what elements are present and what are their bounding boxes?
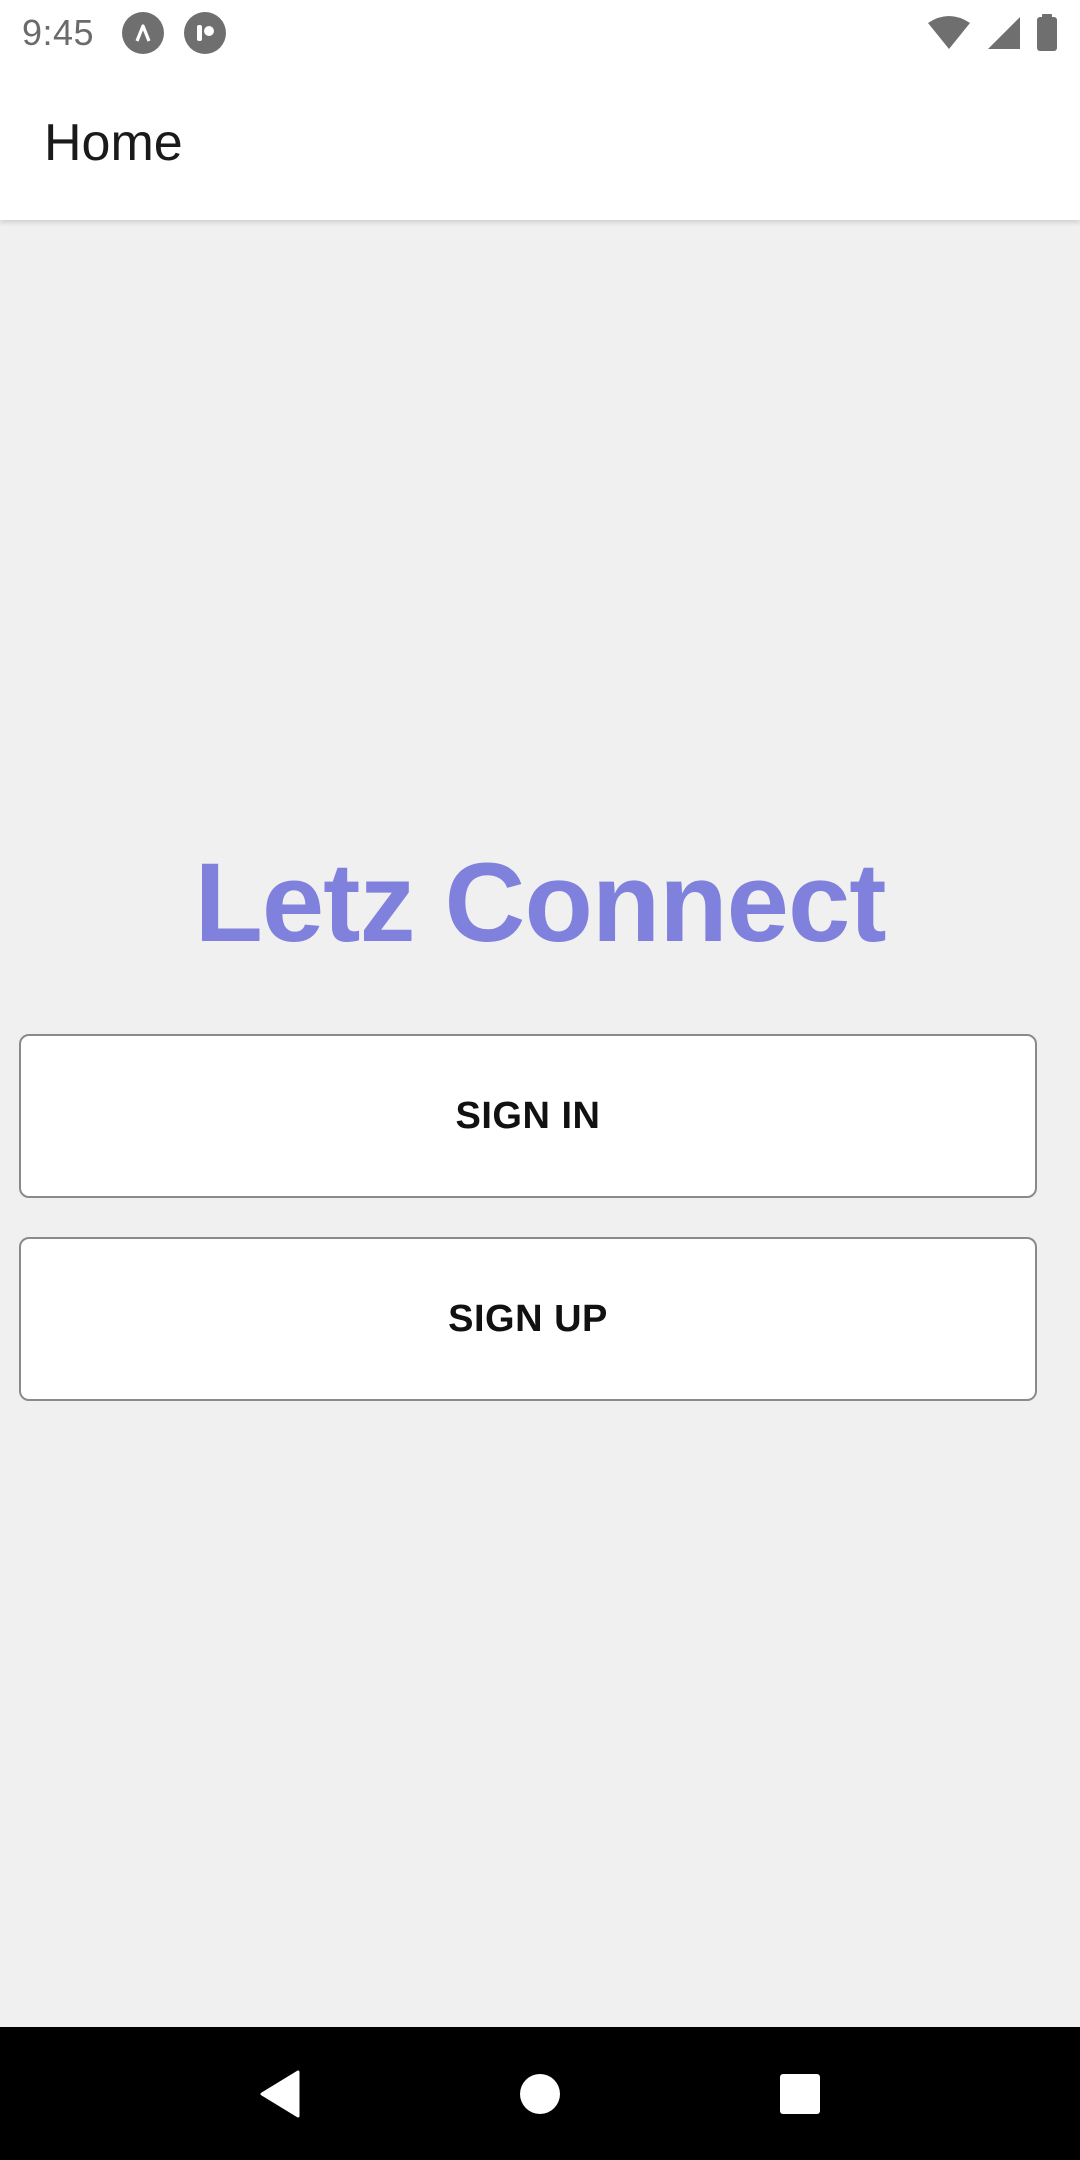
home-icon [520, 2073, 560, 2114]
status-system-icons [926, 14, 1058, 52]
system-nav-bar [0, 2027, 1080, 2160]
status-bar: 9:45 [0, 0, 1080, 66]
sign-up-button[interactable]: SIGN UP [19, 1237, 1037, 1401]
back-icon [260, 2070, 300, 2117]
nav-home-button[interactable] [500, 2054, 580, 2134]
screen: 9:45 Home Letz Connect SIGN IN SIGN UP [0, 0, 1080, 2160]
sign-in-button[interactable]: SIGN IN [19, 1034, 1037, 1198]
app-bar: Home [0, 66, 1080, 220]
recents-icon [780, 2073, 820, 2114]
signal-icon [988, 17, 1020, 49]
nav-recents-button[interactable] [760, 2054, 840, 2134]
notification-b-icon [184, 12, 227, 54]
sign-up-label: SIGN UP [448, 1297, 608, 1340]
brand-title: Letz Connect [194, 840, 886, 965]
sign-in-label: SIGN IN [455, 1094, 601, 1137]
notification-a-icon [122, 12, 165, 54]
status-notification-icons [122, 12, 227, 54]
status-time: 9:45 [22, 12, 95, 53]
page-title: Home [44, 114, 183, 172]
nav-back-button[interactable] [240, 2054, 320, 2134]
battery-icon [1037, 14, 1057, 51]
wifi-icon [928, 16, 970, 49]
